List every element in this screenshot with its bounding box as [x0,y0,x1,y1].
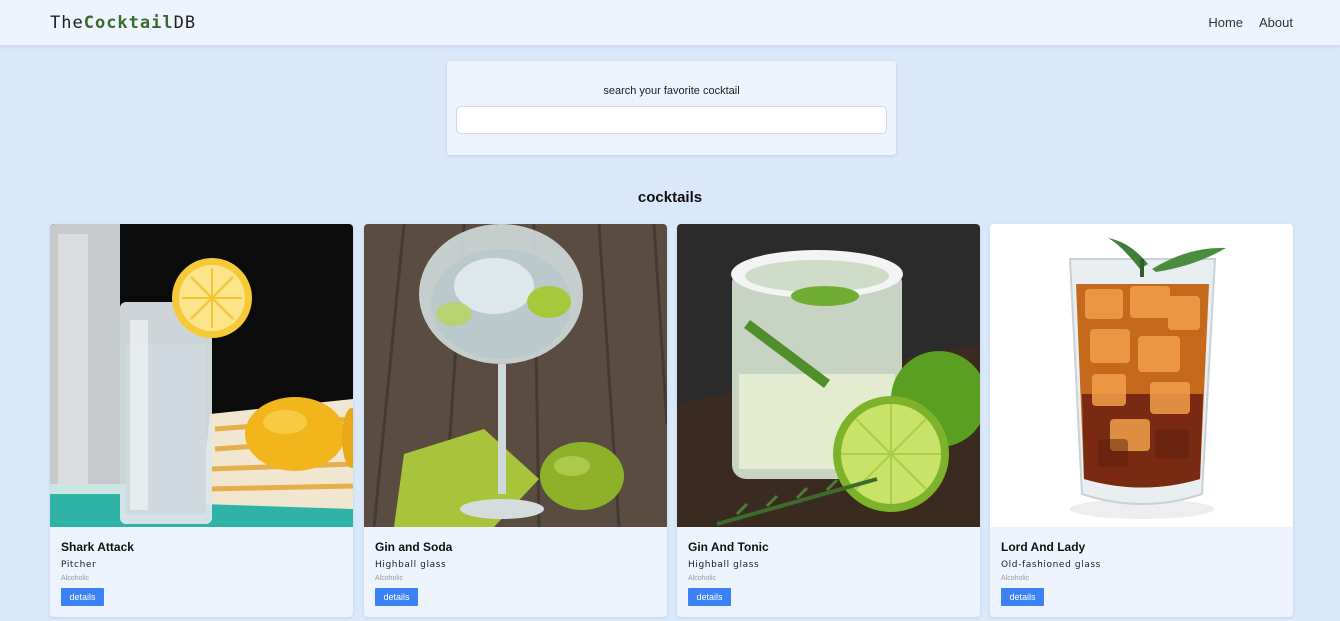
brand-suffix: DB [173,13,197,33]
search-label: search your favorite cocktail [603,85,740,97]
cocktail-name: Lord And Lady [1001,540,1086,554]
nav-links: Home About [1208,15,1293,30]
search-card: search your favorite cocktail [447,61,896,155]
brand-logo[interactable]: TheCocktailDB [50,13,196,33]
details-button[interactable]: details [1001,588,1044,606]
cocktail-image [364,224,667,527]
cocktail-name: Shark Attack [61,540,134,554]
details-button[interactable]: details [375,588,418,606]
cocktail-card: Gin And Tonic Highball glass Alcoholic d… [677,224,980,617]
section-title: cocktails [637,189,703,206]
cocktail-glass: Highball glass [688,560,760,570]
cocktail-glass: Pitcher [61,560,97,570]
nav-about-link[interactable]: About [1259,15,1293,30]
cocktail-image [50,224,353,527]
cocktail-type: Alcoholic [61,575,90,582]
cocktail-type: Alcoholic [1001,575,1030,582]
nav-home-link[interactable]: Home [1208,15,1243,30]
brand-accent: Cocktail [83,13,174,33]
cocktail-image [677,224,980,527]
brand-prefix: The [50,13,84,33]
cocktail-card: Lord And Lady Old-fashioned glass Alcoho… [990,224,1293,617]
search-input[interactable] [456,106,887,134]
cocktail-type: Alcoholic [688,575,717,582]
details-button[interactable]: details [61,588,104,606]
details-button[interactable]: details [688,588,731,606]
cocktail-glass: Old-fashioned glass [1001,560,1101,570]
navbar: TheCocktailDB Home About [0,0,1340,45]
cocktail-name: Gin And Tonic [688,540,769,554]
cocktail-card: Shark Attack Pitcher Alcoholic details [50,224,353,617]
cocktail-glass: Highball glass [375,560,447,570]
cocktail-name: Gin and Soda [375,540,453,554]
cocktail-image [990,224,1293,527]
cocktail-card: Gin and Soda Highball glass Alcoholic de… [364,224,667,617]
cocktail-type: Alcoholic [375,575,404,582]
